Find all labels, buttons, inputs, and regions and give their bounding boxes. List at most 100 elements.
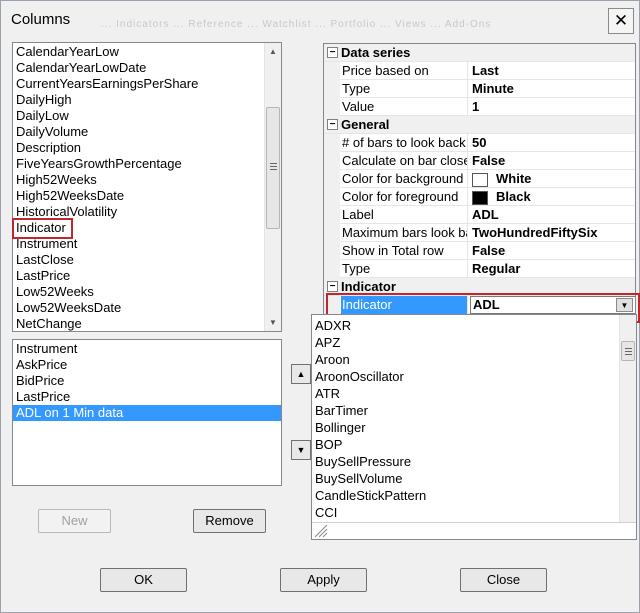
new-button[interactable]: New xyxy=(38,509,111,533)
dropdown-option[interactable]: BarTimer xyxy=(312,402,618,419)
dropdown-scrollbar[interactable] xyxy=(619,315,636,522)
property-row[interactable]: Calculate on bar close False xyxy=(324,152,635,170)
dropdown-option[interactable]: APZ xyxy=(312,334,618,351)
collapse-icon[interactable]: − xyxy=(327,47,338,58)
dropdown-resize-bar[interactable] xyxy=(312,522,636,539)
property-name: # of bars to look back xyxy=(341,134,468,152)
close-icon: ✕ xyxy=(613,11,629,30)
list-item[interactable]: LastClose xyxy=(13,252,281,268)
selected-column-item[interactable]: ADL on 1 Min data xyxy=(13,405,281,421)
close-button[interactable]: Close xyxy=(460,568,547,592)
selected-column-item[interactable]: AskPrice xyxy=(13,357,281,373)
property-name: Maximum bars look back xyxy=(341,224,468,242)
available-columns-list[interactable]: CalendarYearLow CalendarYearLowDate Curren… xyxy=(12,42,282,332)
property-name: Label xyxy=(341,206,468,224)
property-name: Price based on xyxy=(341,62,468,80)
scroll-thumb[interactable] xyxy=(266,107,280,229)
selected-column-item[interactable]: LastPrice xyxy=(13,389,281,405)
dropdown-option[interactable]: AroonOscillator xyxy=(312,368,618,385)
selected-columns-list[interactable]: Instrument AskPrice BidPrice LastPrice ADL o… xyxy=(12,339,282,486)
property-section-header[interactable]: − General xyxy=(324,116,635,134)
row-gutter xyxy=(324,206,340,224)
list-item[interactable]: CalendarYearLow xyxy=(13,44,281,60)
property-row[interactable]: Type Regular xyxy=(324,260,635,278)
move-up-button[interactable]: ▲ xyxy=(291,364,311,384)
property-value[interactable]: White xyxy=(470,170,635,188)
property-row[interactable]: Color for foreground Black xyxy=(324,188,635,206)
property-value[interactable]: Regular xyxy=(470,260,635,278)
dropdown-option[interactable]: BOP xyxy=(312,436,618,453)
indicator-dropdown-list[interactable]: ADXR APZ Aroon AroonOscillator ATR BarTimer Bo… xyxy=(311,314,637,540)
row-gutter xyxy=(324,242,340,260)
property-row[interactable]: # of bars to look back 50 xyxy=(324,134,635,152)
property-value[interactable]: Last xyxy=(470,62,635,80)
property-name: Color for foreground xyxy=(341,188,468,206)
property-row[interactable]: Show in Total row False xyxy=(324,242,635,260)
property-value[interactable]: Black xyxy=(470,188,635,206)
property-value[interactable]: 1 xyxy=(470,98,635,116)
list-item[interactable]: LastPrice xyxy=(13,268,281,284)
dropdown-option[interactable]: ADXR xyxy=(312,317,618,334)
list-item[interactable]: NetChange xyxy=(13,316,281,331)
collapse-icon[interactable]: − xyxy=(327,281,338,292)
list-item[interactable]: Low52Weeks xyxy=(13,284,281,300)
property-name: Color for background xyxy=(341,170,468,188)
list-item[interactable]: Description xyxy=(13,140,281,156)
selected-column-item[interactable]: Instrument xyxy=(13,341,281,357)
row-gutter xyxy=(324,152,340,170)
list-item[interactable]: CalendarYearLowDate xyxy=(13,60,281,76)
dropdown-option[interactable]: CCI xyxy=(312,504,618,521)
dropdown-option[interactable]: Bollinger xyxy=(312,419,618,436)
section-name: General xyxy=(341,117,390,132)
property-grid[interactable]: − Data series Price based on Last Type Minute… xyxy=(323,43,636,315)
property-name: Show in Total row xyxy=(341,242,468,260)
list-item[interactable]: FiveYearsGrowthPercentage xyxy=(13,156,281,172)
property-value[interactable]: Minute xyxy=(470,80,635,98)
property-section-header[interactable]: − Data series xyxy=(324,44,635,62)
property-row[interactable]: Value 1 xyxy=(324,98,635,116)
property-value[interactable]: False xyxy=(470,242,635,260)
property-value[interactable]: TwoHundredFiftySix xyxy=(470,224,635,242)
property-value[interactable]: ADL xyxy=(470,206,635,224)
dropdown-option[interactable]: Aroon xyxy=(312,351,618,368)
row-gutter xyxy=(324,62,340,80)
property-row[interactable]: Label ADL xyxy=(324,206,635,224)
list-item[interactable]: CurrentYearsEarningsPerShare xyxy=(13,76,281,92)
property-name: Calculate on bar close xyxy=(342,152,468,170)
resize-grip-icon[interactable] xyxy=(314,524,328,538)
background-menu-text: ... Indicators ... Reference ... Watchli… xyxy=(101,19,492,30)
scroll-down-icon[interactable]: ▼ xyxy=(265,314,281,331)
property-value[interactable]: 50 xyxy=(470,134,635,152)
collapse-icon[interactable]: − xyxy=(327,119,338,130)
property-row[interactable]: Color for background White xyxy=(324,170,635,188)
property-name: Value xyxy=(341,98,468,116)
move-down-button[interactable]: ▼ xyxy=(291,440,311,460)
color-swatch xyxy=(472,172,488,187)
list-item[interactable]: DailyLow xyxy=(13,108,281,124)
dropdown-scroll-thumb[interactable] xyxy=(621,341,635,361)
list-item[interactable]: DailyVolume xyxy=(13,124,281,140)
ok-button[interactable]: OK xyxy=(100,568,187,592)
list-item[interactable]: High52WeeksDate xyxy=(13,188,281,204)
property-row[interactable]: Maximum bars look backTwoHundredFiftySix xyxy=(324,224,635,242)
property-row[interactable]: Type Minute xyxy=(324,80,635,98)
selected-column-item[interactable]: BidPrice xyxy=(13,373,281,389)
title-bar: ... Indicators ... Reference ... Watchli… xyxy=(1,1,639,41)
close-window-button[interactable]: ✕ xyxy=(608,8,634,34)
dropdown-option[interactable]: BuySellPressure xyxy=(312,453,618,470)
list-item[interactable]: High52Weeks xyxy=(13,172,281,188)
dropdown-option[interactable]: CandleStickPattern xyxy=(312,487,618,504)
arrow-down-icon: ▼ xyxy=(296,445,306,455)
list-item[interactable]: Low52WeeksDate xyxy=(13,300,281,316)
property-name: Type xyxy=(341,260,468,278)
dropdown-option[interactable]: ATR xyxy=(312,385,618,402)
remove-button[interactable]: Remove xyxy=(193,509,266,533)
scroll-up-icon[interactable]: ▲ xyxy=(265,43,281,60)
available-list-scrollbar[interactable]: ▲ ▼ xyxy=(264,43,281,331)
apply-button[interactable]: Apply xyxy=(280,568,367,592)
dropdown-option[interactable]: BuySellVolume xyxy=(312,470,618,487)
property-row[interactable]: Price based on Last xyxy=(324,62,635,80)
property-value[interactable]: False xyxy=(470,152,635,170)
list-item[interactable]: DailyHigh xyxy=(13,92,281,108)
row-gutter xyxy=(324,134,340,152)
